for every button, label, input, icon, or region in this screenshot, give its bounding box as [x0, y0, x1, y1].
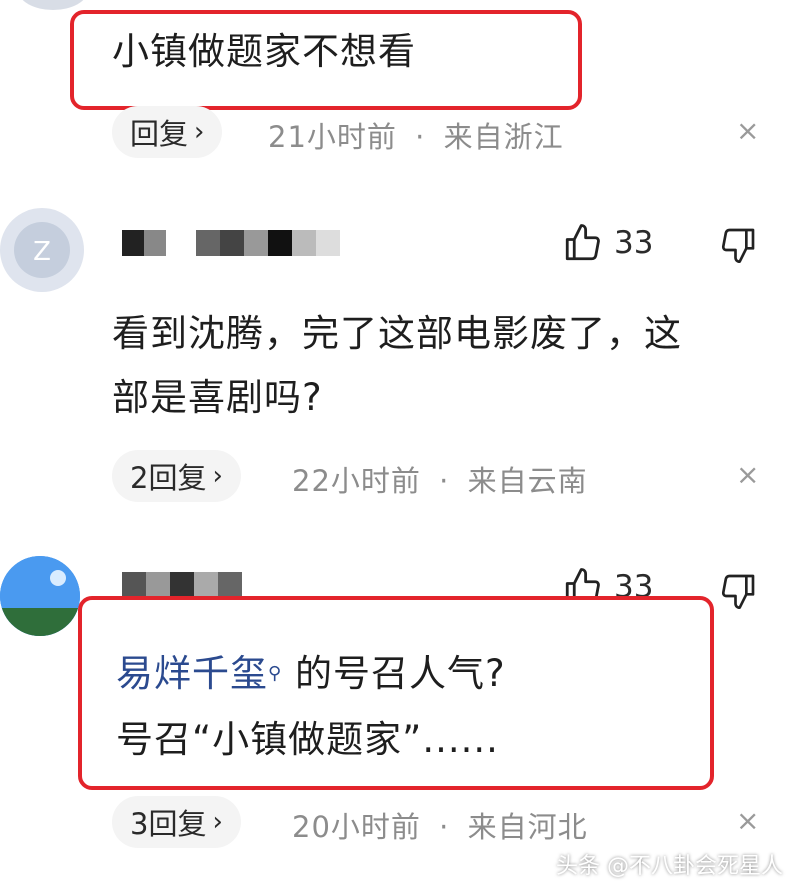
comment2-like-button[interactable]: 33: [562, 222, 653, 264]
search-icon: ⚲: [268, 663, 283, 684]
comment2-avatar[interactable]: Z: [0, 208, 84, 292]
thumbs-down-icon: [721, 228, 755, 263]
comment2-dislike-button[interactable]: [718, 224, 758, 270]
comment3-text-line1: 易烊千玺⚲ 的号召人气?: [116, 650, 506, 698]
location: 来自云南: [467, 464, 588, 498]
thumbs-down-icon: [721, 574, 755, 609]
comment3-dislike-button[interactable]: [718, 570, 758, 616]
comment2-reply-button[interactable]: 2回复 ›: [112, 450, 241, 502]
comment3-text-line2: 号召“小镇做题家”......: [116, 718, 499, 761]
comment2-username-blurred[interactable]: [122, 230, 362, 258]
timestamp: 20小时前: [292, 810, 421, 844]
comment3-avatar[interactable]: [0, 556, 80, 636]
comment3-reply-button[interactable]: 3回复 ›: [112, 796, 241, 848]
comment1-text: 小镇做题家不想看: [112, 30, 416, 73]
thumbs-up-icon: [565, 224, 600, 261]
comment2-text-line2: 部是喜剧吗?: [112, 376, 323, 419]
location: 来自河北: [467, 810, 588, 844]
comment3-meta: 20小时前 · 来自河北: [292, 810, 588, 844]
like-count: 33: [614, 225, 654, 261]
avatar-partial[interactable]: [18, 0, 88, 10]
comment2-text-line1: 看到沈腾，完了这部电影废了，这: [112, 312, 682, 355]
comment2-dismiss-icon[interactable]: ×: [736, 458, 759, 491]
comment1-meta: 21小时前 · 来自浙江: [268, 120, 564, 154]
comment1-reply-button[interactable]: 回复 ›: [112, 106, 223, 158]
timestamp: 21小时前: [268, 120, 397, 154]
reply-label: 3回复: [130, 807, 207, 841]
reply-label: 回复: [130, 117, 189, 151]
watermark: 头条 @不八卦会死星人: [556, 854, 783, 879]
chevron-right-icon: ›: [212, 461, 223, 491]
comment3-text-rest: 的号召人气?: [282, 652, 506, 695]
chevron-right-icon: ›: [212, 807, 223, 837]
svg-text:Z: Z: [33, 237, 51, 267]
default-avatar-icon: Z: [14, 222, 70, 278]
location: 来自浙江: [443, 120, 564, 154]
comment1-dismiss-icon[interactable]: ×: [736, 114, 759, 147]
reply-label: 2回复: [130, 461, 207, 495]
chevron-right-icon: ›: [194, 117, 205, 147]
comment2-meta: 22小时前 · 来自云南: [292, 464, 588, 498]
comment3-dismiss-icon[interactable]: ×: [736, 804, 759, 837]
landscape-avatar-icon: [0, 556, 80, 636]
timestamp: 22小时前: [292, 464, 421, 498]
mention-link[interactable]: 易烊千玺: [116, 652, 268, 695]
